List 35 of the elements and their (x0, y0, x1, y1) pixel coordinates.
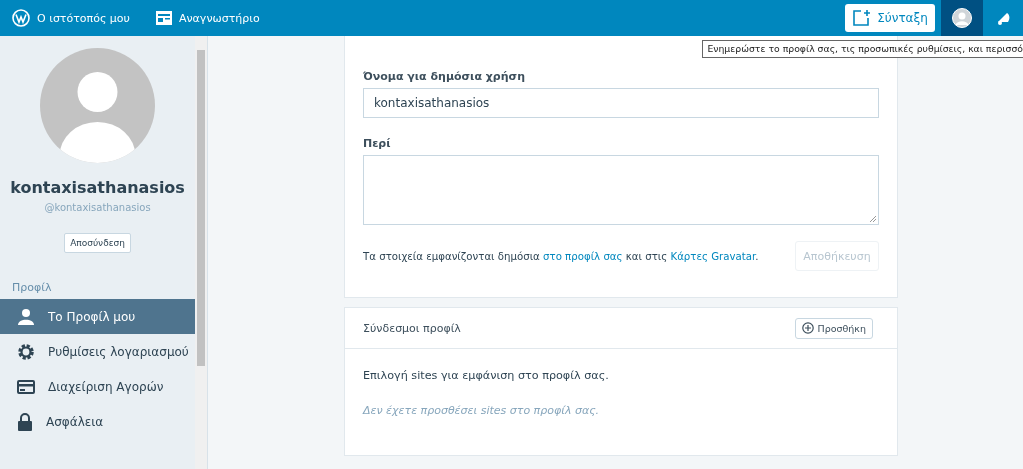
credit-card-icon (17, 379, 35, 394)
public-name-field[interactable]: kontaxisathanasios (363, 88, 879, 118)
resize-handle-icon[interactable] (870, 216, 876, 222)
field-label: Όνομα για δημόσια χρήση (363, 70, 526, 83)
profile-menu-button[interactable] (941, 0, 983, 36)
add-post-icon (852, 9, 873, 27)
nav-link[interactable]: Ο ιστότοπός μου (12, 9, 130, 27)
wordpress-icon (12, 9, 30, 27)
empty-message: Δεν έχετε προσθέσει sites στο προφίλ σας. (363, 404, 601, 417)
reader-icon (155, 11, 172, 25)
plus-icon (801, 322, 814, 334)
sidebar-item[interactable]: Το Προφίλ μου (0, 299, 196, 334)
about-field[interactable] (363, 155, 879, 225)
section-heading: Προφίλ (11, 281, 52, 296)
public-info-note: Τα στοιχεία εμφανίζονται δημόσια στο προφίλ σας και στις Κάρτες Gravatar. (363, 250, 759, 262)
sidebar-item[interactable]: Διαχείριση Αγορών (0, 369, 196, 404)
lock-icon (17, 412, 33, 431)
avatar-icon (952, 8, 972, 28)
link[interactable]: στο προφίλ σας (543, 250, 623, 262)
gear-icon (17, 342, 35, 361)
logout-button[interactable]: Αποσύνδεση (64, 233, 131, 253)
nav-link[interactable]: Αναγνωστήριο (155, 11, 260, 25)
write-button[interactable]: Σύνταξη (845, 4, 935, 32)
link[interactable]: Κάρτες Gravatar (670, 250, 756, 262)
card-title: Σύνδεσμοι προφίλ (363, 321, 461, 335)
add-button[interactable]: Προσθήκη (794, 317, 873, 339)
description-text: Επιλογή sites για εμφάνιση στο προφίλ σας. (363, 369, 610, 382)
display-name: kontaxisathanasios (10, 178, 185, 197)
sidebar-item[interactable]: Ασφάλεια (0, 404, 196, 439)
scrollbar[interactable] (195, 36, 207, 469)
username: @kontaxisathanasios (44, 202, 151, 213)
tooltip: Ενημερώστε το προφίλ σας, τις προσωπικές ρυθμίσεις, και περισσό (702, 40, 1023, 58)
sidebar-item[interactable]: Ρυθμίσεις λογαριασμού (0, 334, 196, 369)
field-label: Περί (363, 137, 392, 150)
person-icon (17, 307, 35, 326)
